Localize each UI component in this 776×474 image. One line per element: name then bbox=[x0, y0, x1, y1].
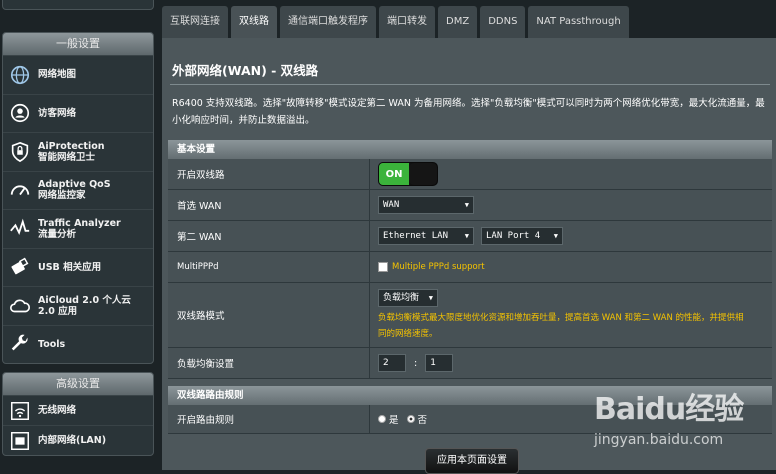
primary-wan-value: WAN bbox=[383, 200, 400, 210]
wifi-icon bbox=[8, 399, 32, 423]
ratio-separator: : bbox=[414, 357, 418, 369]
tab-nat-passthrough[interactable]: NAT Passthrough bbox=[528, 6, 629, 38]
dual-wan-mode-hint: 负载均衡模式最大限度地优化资源和增加吞吐量，提高首选 WAN 和第二 WAN 的… bbox=[378, 312, 744, 339]
sidebar-item-traffic-analyzer[interactable]: Traffic Analyzer 流量分析 bbox=[3, 210, 153, 249]
label-secondary-wan: 第二 WAN bbox=[168, 221, 370, 251]
page-description: R6400 支持双线路。选择"故障转移"模式设定第二 WAN 为备用网络。选择"… bbox=[172, 98, 765, 126]
chevron-down-icon: ▼ bbox=[428, 293, 433, 302]
page-title: 外部网络(WAN) - 双线路 bbox=[172, 63, 319, 78]
tab-port-trigger[interactable]: 通信端口触发程序 bbox=[280, 6, 376, 38]
apply-button[interactable]: 应用本页面设置 bbox=[425, 448, 519, 474]
chevron-down-icon: ▼ bbox=[464, 232, 469, 240]
row-enable-dual-wan: 开启双线路 ON bbox=[168, 159, 772, 190]
speedometer-icon bbox=[8, 178, 32, 202]
chevron-down-icon: ▼ bbox=[553, 232, 558, 240]
tab-port-forwarding[interactable]: 端口转发 bbox=[379, 6, 435, 38]
sidebar-item-lan[interactable]: 内部网络(LAN) bbox=[3, 426, 153, 455]
label-dual-wan-mode: 双线路模式 bbox=[168, 283, 370, 347]
sidebar-item-label: USB 相关应用 bbox=[38, 261, 102, 273]
dual-wan-mode-value: 负载均衡 bbox=[383, 292, 420, 303]
primary-wan-select[interactable]: WAN ▼ bbox=[378, 196, 474, 214]
load-balance-ratio-primary[interactable]: 2 bbox=[378, 354, 406, 372]
guest-network-icon bbox=[8, 101, 32, 125]
toggle-on-label: ON bbox=[379, 163, 409, 185]
baidu-watermark: Baidu经验 jingyan.baidu.com bbox=[592, 382, 772, 466]
row-dual-wan-mode: 双线路模式 负载均衡 ▼ 负载均衡模式最大限度地优化资源和增加吞吐量，提高首选 … bbox=[168, 283, 772, 348]
sidebar-item-adaptive-qos[interactable]: Adaptive QoS 网络监控家 bbox=[3, 172, 153, 210]
dual-wan-mode-select[interactable]: 负载均衡 ▼ bbox=[378, 288, 438, 307]
routing-no-radio[interactable] bbox=[406, 415, 415, 423]
globe-icon bbox=[8, 63, 32, 87]
wan-tabs: 互联网连接 双线路 通信端口触发程序 端口转发 DMZ DDNS NAT Pas… bbox=[162, 6, 629, 38]
row-primary-wan: 首选 WAN WAN ▼ bbox=[168, 190, 772, 221]
sidebar-item-sublabel: 2.0 应用 bbox=[38, 305, 78, 317]
general-settings-panel: 一般设置 网络地图 访客网络 AiProtection 智能网络卫士 Adapti… bbox=[2, 32, 154, 364]
sidebar-item-label: 内部网络(LAN) bbox=[38, 435, 107, 446]
sidebar: 一般设置 网络地图 访客网络 AiProtection 智能网络卫士 Adapti… bbox=[0, 0, 154, 470]
top-panel-stub bbox=[2, 0, 154, 10]
wrench-icon bbox=[8, 332, 32, 356]
sidebar-item-wireless[interactable]: 无线网络 bbox=[3, 396, 153, 426]
multipppd-checkbox-label[interactable]: Multiple PPPd support bbox=[392, 262, 485, 272]
watermark-logo: Baidu经验 bbox=[594, 392, 744, 427]
sidebar-item-usb[interactable]: USB 相关应用 bbox=[3, 249, 153, 287]
basic-settings-header: 基本设置 bbox=[168, 140, 772, 159]
sidebar-item-label: 无线网络 bbox=[38, 405, 77, 416]
shield-icon bbox=[8, 140, 32, 164]
advanced-settings-title: 高级设置 bbox=[3, 373, 153, 396]
general-settings-title: 一般设置 bbox=[3, 33, 153, 56]
title-divider bbox=[170, 84, 770, 85]
secondary-wan-select[interactable]: Ethernet LAN ▼ bbox=[378, 227, 474, 245]
sidebar-item-label: 访客网络 bbox=[38, 107, 77, 119]
tab-dual-wan[interactable]: 双线路 bbox=[231, 6, 277, 38]
label-multipppd: MultiPPPd bbox=[168, 252, 370, 282]
routing-yes-radio[interactable] bbox=[378, 415, 386, 423]
sidebar-item-aiprotection[interactable]: AiProtection 智能网络卫士 bbox=[3, 133, 153, 172]
sidebar-item-label: Tools bbox=[38, 338, 66, 350]
chevron-down-icon: ▼ bbox=[464, 201, 469, 209]
tab-internet-connection[interactable]: 互联网连接 bbox=[162, 6, 228, 38]
label-primary-wan: 首选 WAN bbox=[168, 190, 370, 220]
sidebar-item-network-map[interactable]: 网络地图 bbox=[3, 56, 153, 95]
sidebar-item-aicloud[interactable]: AiCloud 2.0 个人云 2.0 应用 bbox=[3, 287, 153, 326]
watermark-url: jingyan.baidu.com bbox=[594, 432, 724, 448]
row-multipppd: MultiPPPd Multiple PPPd support bbox=[168, 252, 772, 283]
routing-yes-label[interactable]: 是 bbox=[389, 412, 399, 426]
tab-ddns[interactable]: DDNS bbox=[480, 6, 526, 38]
row-load-balance: 负载均衡设置 2 : 1 bbox=[168, 348, 772, 379]
advanced-settings-panel: 高级设置 无线网络 内部网络(LAN) bbox=[2, 372, 154, 456]
label-load-balance: 负载均衡设置 bbox=[168, 348, 370, 378]
row-secondary-wan: 第二 WAN Ethernet LAN ▼ LAN Port 4 ▼ bbox=[168, 221, 772, 252]
sidebar-item-label: Traffic Analyzer bbox=[38, 217, 121, 229]
label-enable-routing: 开启路由规则 bbox=[168, 405, 370, 433]
sidebar-item-sublabel: 流量分析 bbox=[38, 228, 77, 240]
tab-dmz[interactable]: DMZ bbox=[438, 6, 478, 38]
usb-icon bbox=[8, 255, 32, 279]
toggle-knob bbox=[409, 163, 437, 185]
lan-icon bbox=[8, 429, 32, 453]
secondary-wan-value: Ethernet LAN bbox=[383, 231, 449, 241]
sidebar-item-guest-network[interactable]: 访客网络 bbox=[3, 95, 153, 133]
cloud-icon bbox=[8, 294, 32, 318]
label-enable-dual-wan: 开启双线路 bbox=[168, 159, 370, 189]
sidebar-item-sublabel: 网络监控家 bbox=[38, 190, 86, 202]
secondary-port-value: LAN Port 4 bbox=[486, 231, 541, 241]
sidebar-item-label: Adaptive QoS bbox=[38, 179, 111, 191]
dual-wan-toggle[interactable]: ON bbox=[378, 162, 438, 186]
sidebar-item-label: AiCloud 2.0 个人云 bbox=[38, 294, 131, 306]
basic-settings-table: 基本设置 开启双线路 ON 首选 WAN WAN ▼ 第二 WAN Ethern… bbox=[168, 140, 772, 379]
sidebar-item-tools[interactable]: Tools bbox=[3, 326, 153, 364]
sidebar-item-sublabel: 智能网络卫士 bbox=[38, 151, 96, 163]
secondary-port-select[interactable]: LAN Port 4 ▼ bbox=[481, 227, 563, 245]
traffic-analyzer-icon bbox=[8, 217, 32, 241]
sidebar-item-label: AiProtection bbox=[38, 140, 105, 152]
multipppd-checkbox[interactable] bbox=[378, 262, 388, 272]
sidebar-item-label: 网络地图 bbox=[38, 69, 77, 81]
routing-no-label[interactable]: 否 bbox=[418, 412, 428, 426]
load-balance-ratio-secondary[interactable]: 1 bbox=[425, 354, 454, 372]
